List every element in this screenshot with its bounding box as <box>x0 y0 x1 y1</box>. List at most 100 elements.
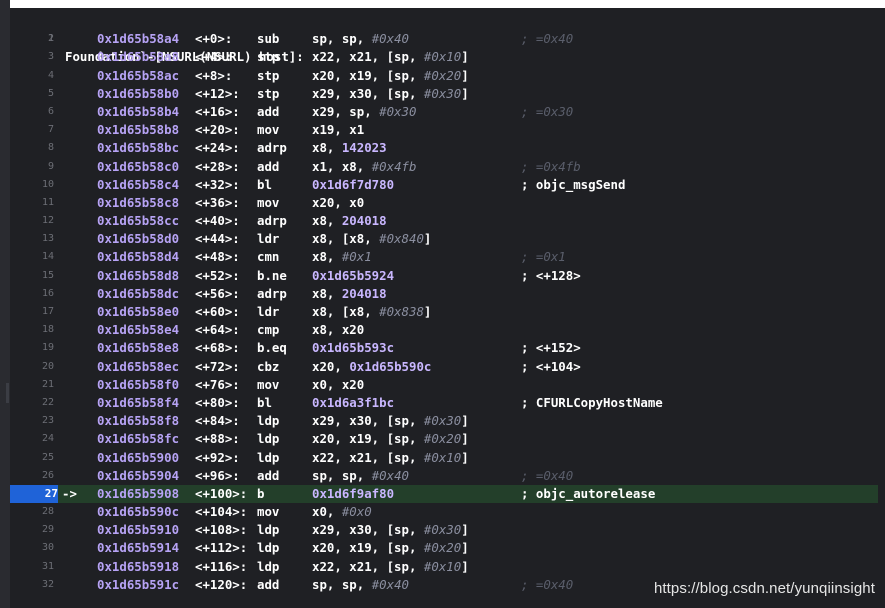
line-number[interactable]: 26 <box>10 467 54 485</box>
instruction-row[interactable]: 20 0x1d65b58ec <+72>: cbz x20, 0x1d65b590c ; … <box>10 358 878 376</box>
operand-text: x19, x1 <box>312 122 365 138</box>
instruction-operands: x8, #0x1 <box>312 248 372 266</box>
operand-text: ] <box>461 522 469 538</box>
line-number[interactable]: 15 <box>10 267 54 285</box>
line-number[interactable]: 2 <box>10 30 54 48</box>
instruction-row[interactable]: 19 0x1d65b58e8 <+68>: b.eq 0x1d65b593c ; <+15… <box>10 339 878 357</box>
instruction-mnemonic: mov <box>257 504 280 520</box>
line-number[interactable]: 29 <box>10 521 54 539</box>
instruction-row[interactable]: 29 0x1d65b5910 <+108>: ldp x29, x30, [sp, #0… <box>10 521 878 539</box>
line-number[interactable]: 19 <box>10 339 54 357</box>
instruction-row[interactable]: 6 0x1d65b58b4 <+16>: add x29, sp, #0x30 ; =0x… <box>10 103 878 121</box>
instruction-address: 0x1d65b5904 <box>97 467 180 483</box>
operand-value: 142023 <box>341 140 387 156</box>
line-number[interactable]: 9 <box>10 158 54 176</box>
instruction-row[interactable]: 17 0x1d65b58e0 <+60>: ldr x8, [x8, #0x838] <box>10 303 878 321</box>
instruction-address: 0x1d65b58b4 <box>97 103 180 119</box>
instruction-row[interactable]: 22 0x1d65b58f4 <+80>: bl 0x1d6a3f1bc ; CFURLC… <box>10 394 878 412</box>
line-number[interactable]: 11 <box>10 194 54 212</box>
instruction-offset: <+68>: <box>195 340 240 356</box>
instruction-row[interactable]: 24 0x1d65b58fc <+88>: ldp x20, x19, [sp, #0x… <box>10 430 878 448</box>
instruction-mnemonic: ldp <box>257 558 280 574</box>
instruction-row[interactable]: 4 0x1d65b58ac <+8>: stp x20, x19, [sp, #0x20… <box>10 67 878 85</box>
line-number[interactable]: 18 <box>10 321 54 339</box>
instruction-mnemonic: cmn <box>257 249 280 265</box>
instruction-row[interactable]: 12 0x1d65b58cc <+40>: adrp x8, 204018 <box>10 212 878 230</box>
line-number[interactable]: 6 <box>10 103 54 121</box>
instruction-row[interactable]: 23 0x1d65b58f8 <+84>: ldp x29, x30, [sp, #0x… <box>10 412 878 430</box>
instruction-address: 0x1d65b58c0 <box>97 158 180 174</box>
line-number[interactable]: 3 <box>10 48 54 66</box>
instruction-row[interactable]: 7 0x1d65b58b8 <+20>: mov x19, x1 <box>10 121 878 139</box>
instruction-row[interactable]: 26 0x1d65b5904 <+96>: add sp, sp, #0x40 ; =0x… <box>10 467 878 485</box>
instruction-operands: x8, [x8, #0x838] <box>312 303 431 321</box>
instruction-row[interactable]: 14 0x1d65b58d4 <+48>: cmn x8, #0x1 ; =0x1 <box>10 248 878 266</box>
instruction-row[interactable]: 31 0x1d65b5918 <+116>: ldp x22, x21, [sp, #0… <box>10 558 878 576</box>
instruction-row[interactable]: 18 0x1d65b58e4 <+64>: cmp x8, x20 <box>10 321 878 339</box>
instruction-comment: ; =0x40 <box>521 31 574 47</box>
line-number[interactable]: 32 <box>10 576 54 594</box>
instruction-operands: x29, x30, [sp, #0x30] <box>312 412 469 430</box>
instruction-row[interactable]: 5 0x1d65b58b0 <+12>: stp x29, x30, [sp, #0x3… <box>10 85 878 103</box>
line-number[interactable]: 20 <box>10 358 54 376</box>
instruction-address: 0x1d65b58d8 <box>97 267 180 283</box>
instruction-row[interactable]: 11 0x1d65b58c8 <+36>: mov x20, x0 <box>10 194 878 212</box>
line-number[interactable]: 14 <box>10 248 54 266</box>
instruction-row[interactable]: 15 0x1d65b58d8 <+52>: b.ne 0x1d65b5924 ; <+12… <box>10 267 878 285</box>
line-number[interactable]: 10 <box>10 176 54 194</box>
instruction-operands: x8, 204018 <box>312 212 387 230</box>
line-number[interactable]: 27 <box>10 484 58 503</box>
line-number[interactable]: 24 <box>10 430 54 448</box>
instruction-row[interactable]: 28 0x1d65b590c <+104>: mov x0, #0x0 <box>10 503 878 521</box>
line-number[interactable]: 4 <box>10 67 54 85</box>
operand-text: x22, x21, [sp, <box>312 49 424 65</box>
line-number[interactable]: 13 <box>10 230 54 248</box>
line-number[interactable]: 28 <box>10 503 54 521</box>
line-number[interactable]: 17 <box>10 303 54 321</box>
line-number[interactable]: 22 <box>10 394 54 412</box>
line-number[interactable]: 16 <box>10 285 54 303</box>
operand-text: x8, x20 <box>312 322 365 338</box>
instruction-row[interactable]: 16 0x1d65b58dc <+56>: adrp x8, 204018 <box>10 285 878 303</box>
instruction-row[interactable]: 25 0x1d65b5900 <+92>: ldp x22, x21, [sp, #0x… <box>10 449 878 467</box>
instruction-offset: <+0>: <box>195 31 233 47</box>
instruction-row[interactable]: 10 0x1d65b58c4 <+32>: bl 0x1d6f7d780 ; objc_m… <box>10 176 878 194</box>
operand-text: x0, <box>312 504 342 520</box>
instruction-row[interactable]: 2 0x1d65b58a4 <+0>: sub sp, sp, #0x40 ; =0x40 <box>10 30 878 48</box>
instruction-operands: x8, [x8, #0x840] <box>312 230 431 248</box>
instruction-comment: ; =0x1 <box>521 249 566 265</box>
instruction-row[interactable]: 9 0x1d65b58c0 <+28>: add x1, x8, #0x4fb ; =0x… <box>10 158 878 176</box>
instruction-comment: ; CFURLCopyHostName <box>521 394 663 410</box>
instruction-row[interactable]: 8 0x1d65b58bc <+24>: adrp x8, 142023 <box>10 139 878 157</box>
instruction-row[interactable]: 13 0x1d65b58d0 <+44>: ldr x8, [x8, #0x840] <box>10 230 878 248</box>
scroll-marker <box>6 383 9 403</box>
line-number[interactable]: 23 <box>10 412 54 430</box>
instruction-offset: <+28>: <box>195 158 240 174</box>
operand-text: ] <box>461 431 469 447</box>
line-number[interactable]: 21 <box>10 376 54 394</box>
instruction-comment: ; =0x40 <box>521 576 574 592</box>
watermark: https://blog.csdn.net/yunqiinsight <box>653 580 875 597</box>
instruction-row[interactable]: 3 0x1d65b58a8 <+4>: stp x22, x21, [sp, #0x10… <box>10 48 878 66</box>
line-number[interactable]: 25 <box>10 449 54 467</box>
instruction-address: 0x1d65b590c <box>97 504 180 520</box>
instruction-address: 0x1d65b58ec <box>97 358 180 374</box>
instruction-offset: <+12>: <box>195 85 240 101</box>
line-number[interactable]: 12 <box>10 212 54 230</box>
line-number[interactable]: 31 <box>10 558 54 576</box>
instruction-offset: <+60>: <box>195 304 240 319</box>
instruction-operands: x0, x20 <box>312 376 364 394</box>
line-number[interactable]: 5 <box>10 85 54 103</box>
instruction-operands: x8, 204018 <box>312 285 387 303</box>
instruction-row[interactable]: 21 0x1d65b58f0 <+76>: mov x0, x20 <box>10 376 878 394</box>
instruction-offset: <+80>: <box>195 394 240 410</box>
line-number[interactable]: 7 <box>10 121 54 139</box>
operand-immediate: #0x10 <box>423 449 462 465</box>
current-instruction-row[interactable]: 27 -> 0x1d65b5908 <+100>: b 0x1d6f9af80 ; objc… <box>10 484 878 504</box>
line-number[interactable]: 8 <box>10 139 54 157</box>
instruction-row[interactable]: 30 0x1d65b5914 <+112>: ldp x20, x19, [sp, #0… <box>10 539 878 557</box>
operand-text: x20, x19, [sp, <box>312 540 424 556</box>
operand-text: x8, <box>312 213 342 229</box>
line-number[interactable]: 30 <box>10 539 54 557</box>
instruction-offset: <+48>: <box>195 249 240 265</box>
